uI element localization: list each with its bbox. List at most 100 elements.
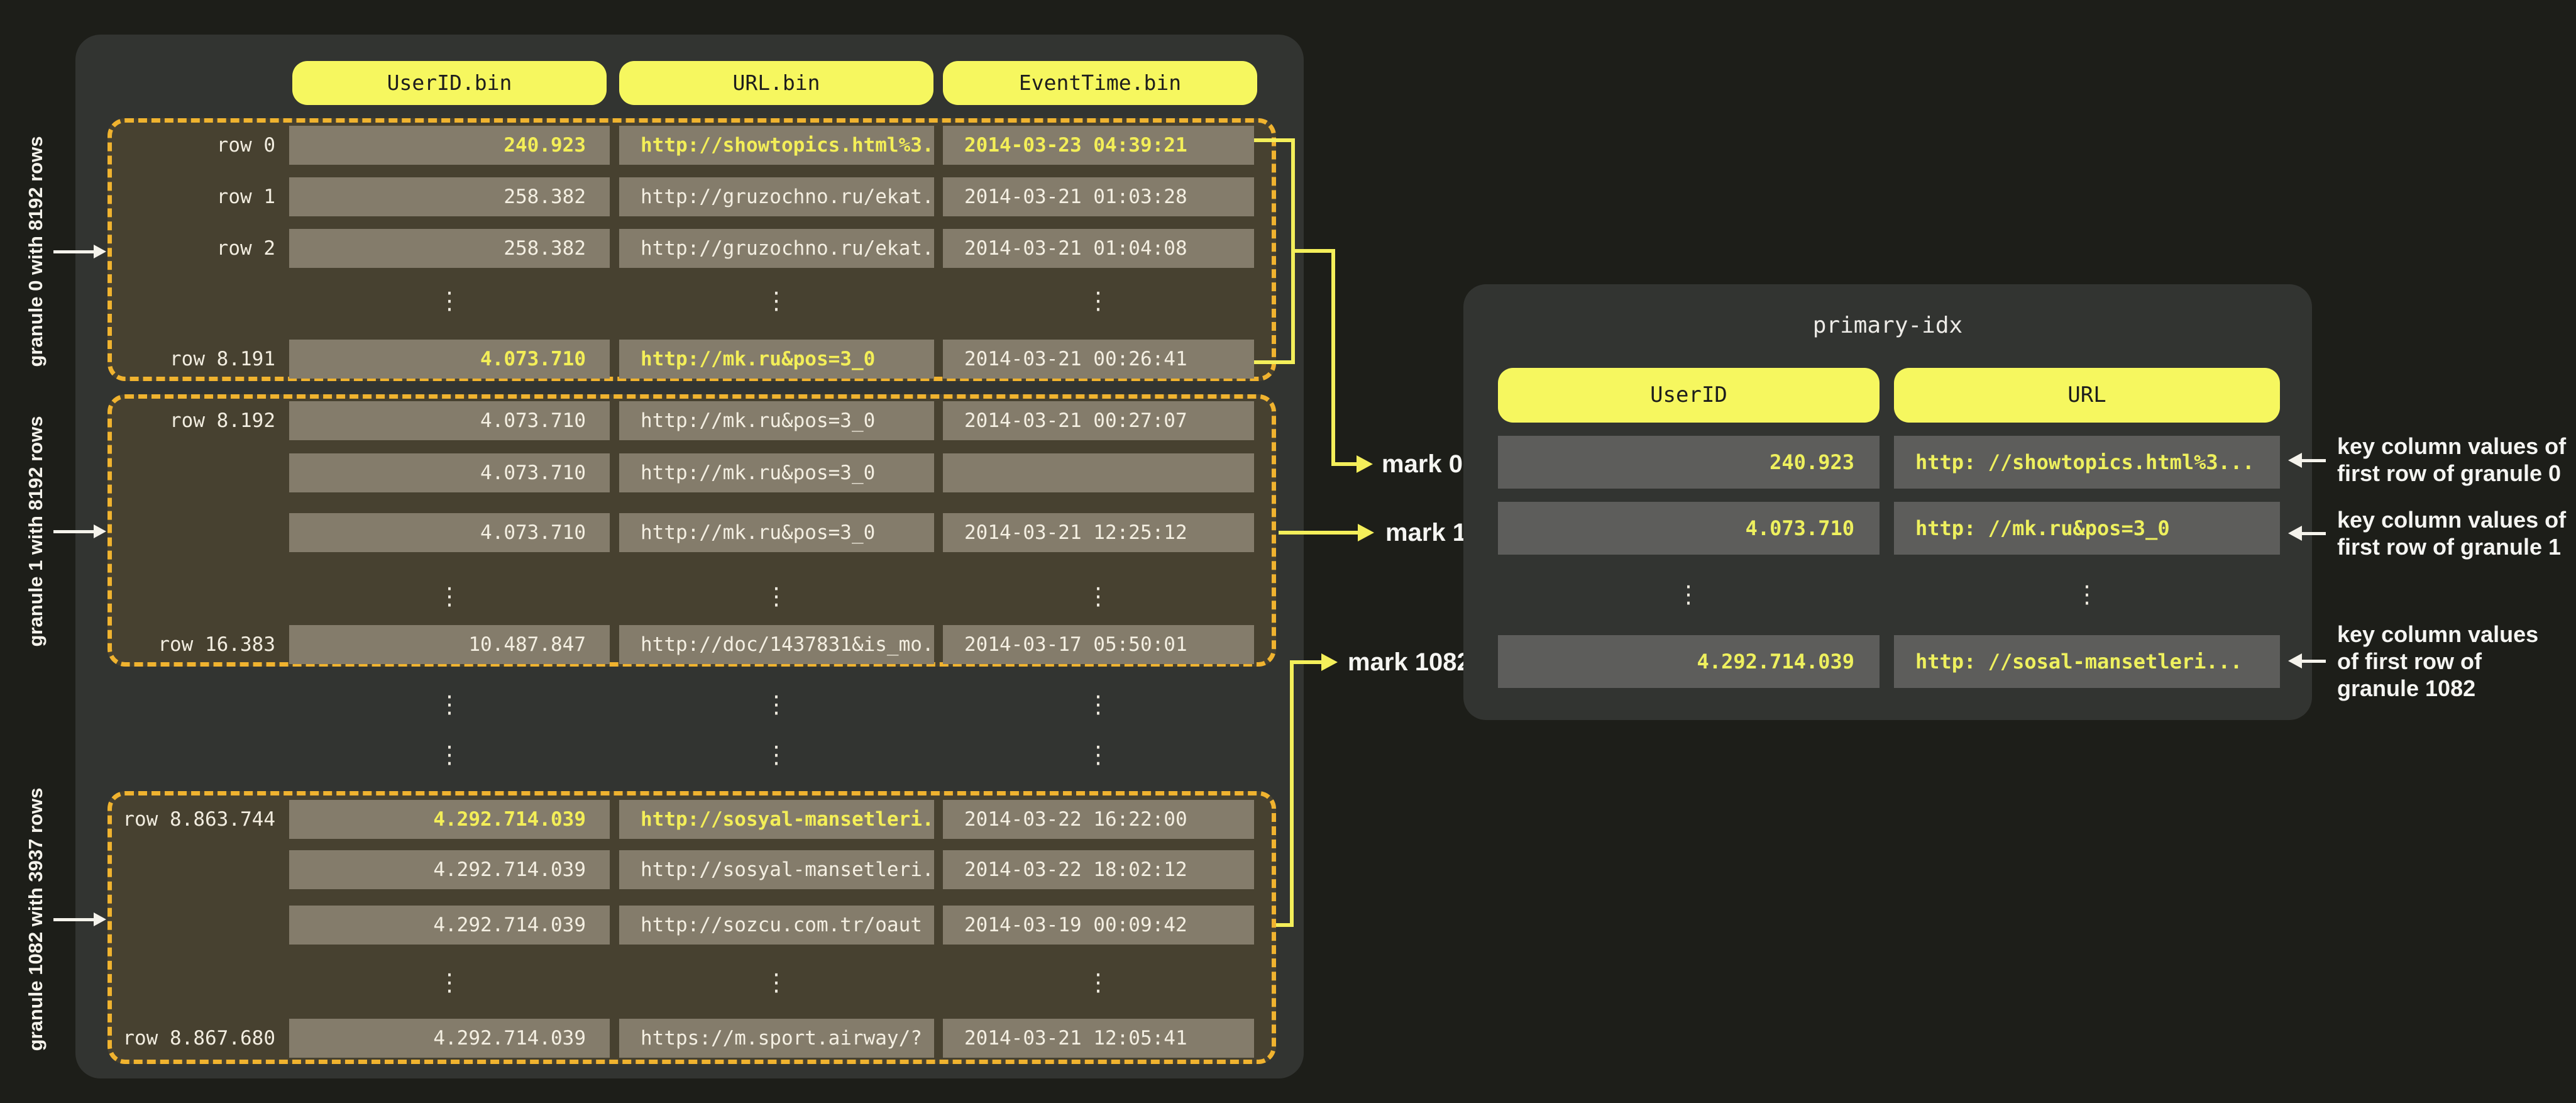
cell-eventtime: 2014-03-21 00:26:41 — [943, 340, 1254, 379]
mark-0-connector — [1254, 138, 1293, 142]
ellipsis-icon: ⋮ — [764, 743, 788, 767]
cell-url: http://sosyal-mansetleri... — [619, 850, 934, 889]
ellipsis-icon: ⋮ — [1086, 584, 1110, 608]
ellipsis-icon: ⋮ — [764, 970, 788, 994]
mark-1-connector — [1279, 531, 1359, 535]
cell-eventtime: 2014-03-21 12:05:41 — [943, 1019, 1254, 1058]
cell-userid: 240.923 — [289, 126, 610, 165]
cell-url: http://sosyal-mansetleri... — [619, 800, 934, 839]
annotation-line: first row of granule 0 — [2337, 460, 2566, 487]
cell-userid: 4.073.710 — [289, 513, 610, 552]
index-cell-url: http: //sosal-mansetleri... — [1894, 635, 2280, 688]
clickhouse-granules-primary-index-diagram: { "diagram": { "left_table": { "columns"… — [0, 0, 2576, 1103]
mark-0-label: mark 0 — [1382, 449, 1463, 479]
cell-url: http://mk.ru&pos=3_0 — [619, 453, 934, 492]
ellipsis-icon: ⋮ — [764, 289, 788, 313]
annotation-line: granule 1082 — [2337, 675, 2538, 702]
row-label: row 8.867.680 — [80, 1019, 275, 1058]
index-cell-url: http: //showtopics.html%3... — [1894, 436, 2280, 489]
annotation-granule-1082: key column values of first row of granul… — [2337, 621, 2538, 702]
cell-eventtime: 2014-03-21 01:03:28 — [943, 177, 1254, 216]
cell-eventtime: 2014-03-23 04:39:21 — [943, 126, 1254, 165]
cell-url: http://mk.ru&pos=3_0 — [619, 513, 934, 552]
granule-1082-side-label: granule 1082 with 3937 rows — [25, 788, 47, 1051]
index-cell-userid: 4.073.710 — [1498, 502, 1880, 555]
index-cell-userid: 240.923 — [1498, 436, 1880, 489]
index-cell-url: http: //mk.ru&pos=3_0 — [1894, 502, 2280, 555]
cell-userid: 4.292.714.039 — [289, 906, 610, 945]
granule-0-side-label: granule 0 with 8192 rows — [25, 136, 47, 367]
annotation-1-arrow-icon — [2288, 526, 2302, 541]
column-header-eventtime-bin: EventTime.bin — [943, 61, 1257, 105]
cell-userid: 4.292.714.039 — [289, 850, 610, 889]
annotation-line: key column values of — [2337, 433, 2566, 460]
ellipsis-icon: ⋮ — [764, 584, 788, 608]
granule-1082-arrow-icon — [94, 912, 106, 926]
ellipsis-icon: ⋮ — [438, 743, 461, 767]
granule-1082-arrow-line — [53, 918, 94, 921]
index-column-header-url: URL — [1894, 368, 2280, 423]
cell-url: http://sozcu.com.tr/oaut — [619, 906, 934, 945]
cell-userid: 258.382 — [289, 177, 610, 216]
ellipsis-icon: ⋮ — [764, 692, 788, 716]
row-label: row 2 — [80, 229, 275, 268]
mark-0-arrow-icon — [1357, 455, 1373, 473]
granule-0-arrow-icon — [94, 245, 106, 258]
annotation-granule-0: key column values of first row of granul… — [2337, 433, 2566, 487]
mark-1082-connector — [1290, 660, 1323, 664]
cell-eventtime: 2014-03-21 00:27:07 — [943, 401, 1254, 440]
cell-eventtime: 2014-03-22 18:02:12 — [943, 850, 1254, 889]
ellipsis-icon: ⋮ — [1086, 692, 1110, 716]
cell-url: https://m.sport.airway/? — [619, 1019, 934, 1058]
annotation-2-arrow-icon — [2288, 653, 2302, 668]
mark-1-arrow-icon — [1358, 524, 1374, 541]
annotation-0-arrow-line — [2302, 459, 2326, 462]
mark-1-label: mark 1 — [1385, 518, 1467, 548]
mark-1082-label: mark 1082 — [1348, 647, 1471, 677]
row-label: row 16.383 — [80, 625, 275, 664]
cell-userid: 4.073.710 — [289, 401, 610, 440]
cell-eventtime: 2014-03-17 05:50:01 — [943, 625, 1254, 664]
annotation-line: of first row of — [2337, 648, 2538, 675]
column-header-userid-bin: UserID.bin — [292, 61, 607, 105]
granule-1-arrow-line — [53, 530, 94, 533]
row-label: row 8.863.744 — [80, 800, 275, 839]
granule-1-side-label: granule 1 with 8192 rows — [25, 416, 47, 647]
cell-eventtime: 2014-03-21 12:25:12 — [943, 513, 1254, 552]
column-header-url-bin: URL.bin — [619, 61, 933, 105]
annotation-2-arrow-line — [2302, 660, 2326, 663]
cell-userid: 4.292.714.039 — [289, 800, 610, 839]
index-cell-userid: 4.292.714.039 — [1498, 635, 1880, 688]
annotation-0-arrow-icon — [2288, 453, 2302, 468]
cell-url: http://doc/1437831&is_mo... — [619, 625, 934, 664]
mark-1082-arrow-icon — [1321, 653, 1338, 671]
cell-eventtime-empty — [943, 453, 1254, 492]
cell-eventtime: 2014-03-22 16:22:00 — [943, 800, 1254, 839]
ellipsis-icon: ⋮ — [1676, 582, 1700, 606]
ellipsis-icon: ⋮ — [2075, 582, 2099, 606]
ellipsis-icon: ⋮ — [1086, 289, 1110, 313]
cell-url: http://mk.ru&pos=3_0 — [619, 401, 934, 440]
annotation-line: first row of granule 1 — [2337, 533, 2566, 560]
cell-eventtime: 2014-03-19 00:09:42 — [943, 906, 1254, 945]
mark-1082-connector — [1290, 660, 1294, 927]
ellipsis-icon: ⋮ — [1086, 743, 1110, 767]
mark-0-connector — [1291, 249, 1335, 253]
mark-0-connector — [1331, 462, 1358, 466]
row-label: row 8.192 — [80, 401, 275, 440]
row-label: row 8.191 — [80, 340, 275, 379]
cell-userid: 4.073.710 — [289, 453, 610, 492]
ellipsis-icon: ⋮ — [1086, 970, 1110, 994]
cell-url: http://gruzochno.ru/ekat... — [619, 177, 934, 216]
annotation-granule-1: key column values of first row of granul… — [2337, 506, 2566, 560]
annotation-1-arrow-line — [2302, 532, 2326, 535]
cell-url: http://showtopics.html%3... — [619, 126, 934, 165]
cell-userid: 4.292.714.039 — [289, 1019, 610, 1058]
cell-userid: 4.073.710 — [289, 340, 610, 379]
mark-0-connector — [1331, 249, 1335, 466]
cell-url: http://mk.ru&pos=3_0 — [619, 340, 934, 379]
granule-1-arrow-icon — [94, 524, 106, 538]
ellipsis-icon: ⋮ — [438, 289, 461, 313]
row-label: row 1 — [80, 177, 275, 216]
annotation-line: key column values — [2337, 621, 2538, 648]
